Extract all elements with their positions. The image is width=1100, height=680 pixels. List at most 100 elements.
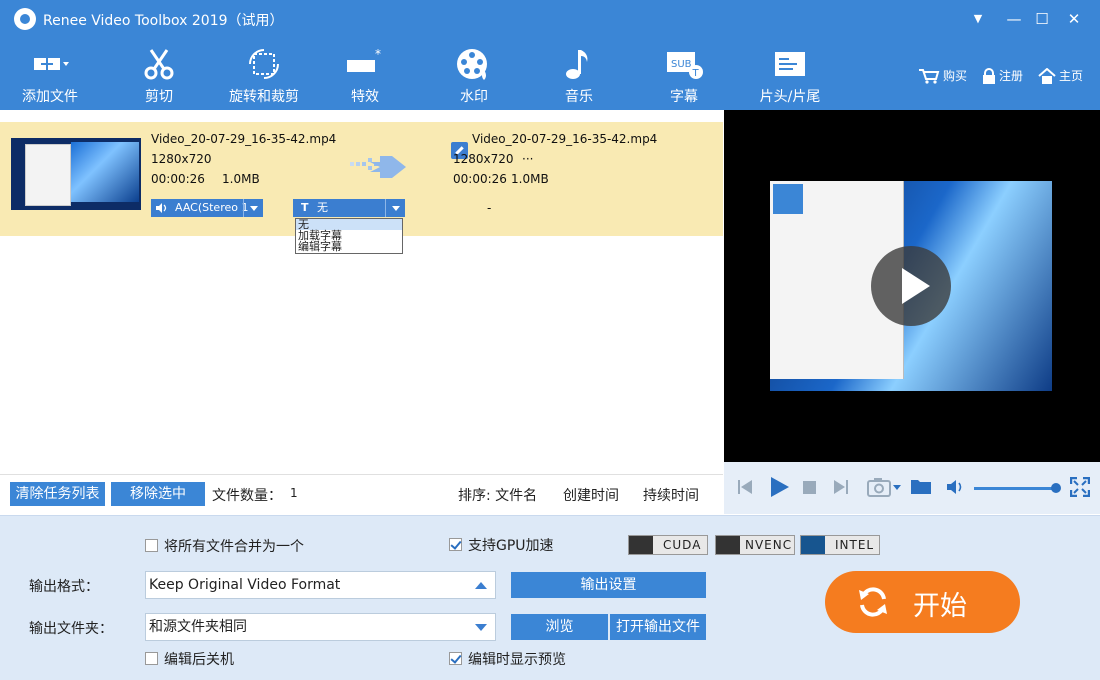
toolbar-add-file-label: 添加文件 [22,89,78,105]
toolbar-watermark[interactable]: 水印 [438,38,510,110]
shutdown-after-edit-label: 编辑后关机 [164,652,234,668]
register-link-label: 注册 [999,69,1024,83]
lock-icon [983,68,995,84]
output-folder-label: 输出文件夹： [29,621,113,637]
task-list: Video_20-07-29_16-35-42.mp4 1280x720 00:… [0,110,723,474]
sort-by-duration[interactable]: 持续时间 [643,485,699,505]
main-toolbar: 添加文件 剪切 旋转和裁剪 * 特效 水印 音乐 SUB T 字幕 片头/片尾 … [0,38,1100,110]
toolbar-effects-label: 特效 [351,89,379,105]
toolbar-rotate-crop[interactable]: 旋转和裁剪 [222,38,306,110]
sort-by-filename[interactable]: 排序: 文件名 [458,485,537,505]
output-folder-select[interactable]: 和源文件夹相同 [145,613,496,641]
cuda-badge: CUDA [628,535,708,555]
file-count-label: 文件数量： [212,488,282,504]
intro-outro-icon [775,52,805,76]
file-count-value: 1 [290,486,298,500]
toolbar-subtitle[interactable]: SUB T 字幕 [650,38,718,110]
home-icon [1038,67,1056,84]
output-settings-button[interactable]: 输出设置 [511,572,706,598]
fullscreen-icon[interactable] [1070,477,1090,497]
music-icon [566,50,588,79]
effects-icon: * [347,47,381,76]
subtitle-value: 无 [317,201,328,214]
open-folder-icon[interactable] [910,477,932,495]
start-button[interactable]: 开始 [825,571,1020,633]
play-icon[interactable] [768,476,790,498]
subtitle-icon: SUB T [667,52,703,79]
audio-track-dropdown-arrow[interactable] [243,199,263,217]
previous-icon[interactable] [736,478,754,496]
clear-task-list-button[interactable]: 清除任务列表 [10,482,105,506]
open-output-folder-button[interactable]: 打开输出文件 [610,614,706,640]
subtitle-t-icon: T [301,201,309,214]
close-button[interactable]: ✕ [1062,7,1086,31]
home-link[interactable]: 主页 [1038,67,1090,84]
source-size: 1.0MB [222,172,260,186]
cart-icon [919,69,940,84]
output-more-ellipsis[interactable]: ··· [522,152,533,166]
refresh-icon [859,587,887,617]
buy-link-label: 购买 [943,69,968,83]
toolbar-music[interactable]: 音乐 [546,38,612,110]
output-resolution: 1280x720 [453,152,514,166]
subtitle-option-edit[interactable]: 编辑字幕 [296,241,402,252]
intel-icon [801,536,825,554]
toolbar-add-file[interactable]: 添加文件 [10,38,90,110]
remove-selected-button[interactable]: 移除选中 [111,482,205,506]
audio-track-select[interactable]: AAC(Stereo 1 [151,199,263,217]
output-filename: Video_20-07-29_16-35-42.mp4 [472,132,658,146]
shutdown-after-edit-checkbox[interactable] [145,652,158,665]
subtitle-dropdown-arrow[interactable] [385,199,405,217]
toolbar-intro-outro[interactable]: 片头/片尾 [750,38,830,110]
output-folder-value: 和源文件夹相同 [149,619,247,635]
gpu-acceleration-checkbox[interactable] [449,538,462,551]
nvidia-icon [629,536,653,554]
register-link[interactable]: 注册 [982,67,1030,84]
toolbar-effects[interactable]: * 特效 [328,38,402,110]
source-duration: 00:00:26 [151,172,205,186]
convert-arrow-icon [350,156,406,178]
show-preview-checkbox[interactable] [449,652,462,665]
volume-slider-handle[interactable] [1051,483,1061,493]
video-preview [724,110,1100,462]
app-title: Renee Video Toolbox 2019（试用） [43,13,284,29]
rotate-crop-icon [249,49,279,79]
snapshot-camera-icon[interactable] [867,476,903,498]
player-controls [724,462,1100,514]
nvenc-badge: NVENC [715,535,795,555]
merge-files-label: 将所有文件合并为一个 [164,539,304,555]
sort-by-created-time[interactable]: 创建时间 [563,485,619,505]
home-link-label: 主页 [1059,69,1084,83]
subtitle-select[interactable]: T 无 [293,199,405,217]
toolbar-intro-outro-label: 片头/片尾 [759,89,821,105]
app-logo-icon [14,8,36,30]
output-audio-dash: - [487,201,492,215]
source-filename: Video_20-07-29_16-35-42.mp4 [151,132,337,146]
menu-dropdown-button[interactable]: ▼ [966,7,990,31]
add-file-icon [34,54,69,74]
volume-icon[interactable] [946,479,966,495]
toolbar-music-label: 音乐 [565,89,593,105]
output-format-select[interactable]: Keep Original Video Format [145,571,496,599]
video-thumbnail [11,138,141,210]
preview-play-icon[interactable] [871,246,951,326]
output-format-label: 输出格式： [29,579,99,595]
subtitle-dropdown-list: 无 加载字幕 编辑字幕 [295,218,403,254]
output-format-value: Keep Original Video Format [149,577,341,593]
toolbar-cut[interactable]: 剪切 [120,38,198,110]
source-resolution: 1280x720 [151,152,212,166]
show-preview-label: 编辑时显示预览 [468,652,566,668]
stop-icon[interactable] [803,481,816,494]
maximize-button[interactable]: ☐ [1030,7,1054,31]
browse-button[interactable]: 浏览 [511,614,608,640]
output-duration: 00:00:26 [453,172,507,186]
merge-files-checkbox[interactable] [145,539,158,552]
next-icon[interactable] [832,478,850,496]
volume-slider[interactable] [974,487,1054,490]
chevron-up-icon [475,582,487,589]
task-list-footer: 清除任务列表 移除选中 文件数量： 1 排序: 文件名 创建时间 持续时间 [0,474,723,514]
toolbar-rotate-crop-label: 旋转和裁剪 [229,89,299,105]
minimize-button[interactable]: — [1002,7,1026,31]
buy-link[interactable]: 购买 [918,67,968,84]
toolbar-subtitle-label: 字幕 [670,89,698,105]
